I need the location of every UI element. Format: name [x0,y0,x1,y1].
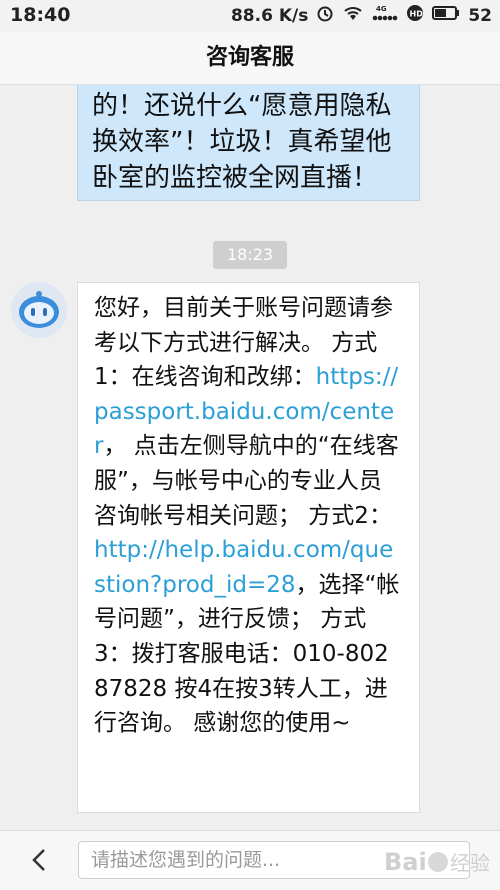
signal-icon: 4G [372,4,398,27]
hd-icon: HD [406,4,424,27]
user-message-bubble: 的！还说什么“愿意用隐私换效率”！垃圾！真希望他卧室的监控被全网直播！ [77,85,420,201]
svg-text:经验: 经验 [450,851,490,875]
svg-text:4G: 4G [376,5,387,13]
alarm-icon [316,4,334,27]
back-button[interactable] [22,842,58,878]
status-time: 18:40 [10,4,71,26]
network-speed: 88.6 K/s [230,5,309,26]
bot-message-text-2: ， 点击左侧导航中的“在线客服”，与帐号中心的专业人员咨询帐号相关问题； 方式2… [94,433,399,529]
message-timestamp: 18:23 [213,241,287,269]
svg-text:HD: HD [410,10,424,19]
svg-text:Bai: Bai [384,848,427,876]
baidu-jingyan-watermark: Bai 经验 [384,848,490,876]
robot-icon [11,282,67,338]
status-indicators: 88.6 K/s 4G HD 52 [231,4,492,27]
battery-icon [432,5,460,26]
battery-level: 52 [468,5,492,26]
wifi-icon [342,4,364,27]
chevron-left-icon [32,849,45,871]
bot-avatar [11,282,67,338]
chat-area[interactable]: 的！还说什么“愿意用隐私换效率”！垃圾！真希望他卧室的监控被全网直播！ 18:2… [0,85,500,830]
page-title: 咨询客服 [0,32,500,85]
bot-message-bubble: 您好，目前关于账号问题请参考以下方式进行解决。 方式1：在线咨询和改绑：http… [77,282,420,813]
status-bar: 18:40 88.6 K/s 4G HD 52 [0,0,500,32]
